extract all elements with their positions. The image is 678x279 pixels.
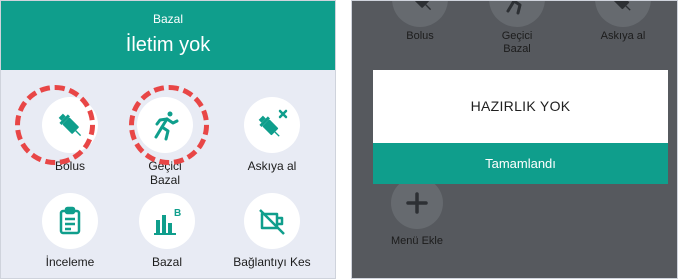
temp-basal-highlight-circle (129, 85, 209, 165)
bolus-button-dimmed: Bolus (375, 1, 465, 43)
temp-basal-button-dimmed: Geçici Bazal (472, 1, 562, 56)
header-subtitle: Bazal (152, 12, 184, 26)
not-ready-dialog: HAZIRLIK YOK Tamamlandı (373, 70, 668, 184)
suspend-label: Askıya al (600, 30, 646, 42)
review-button[interactable]: İnceleme (25, 193, 115, 269)
add-menu-label: Menü Ekle (391, 235, 443, 247)
syringe-pause-icon (595, 1, 651, 27)
dialog-message: HAZIRLIK YOK (470, 98, 571, 114)
clipboard-icon (42, 193, 98, 249)
disconnect-button[interactable]: Bağlantıyı Kes (227, 193, 317, 269)
temp-basal-label-line2: Bazal (503, 43, 531, 55)
header-title: İletim yok (125, 34, 211, 56)
syringe-pause-icon (244, 97, 300, 153)
temp-basal-label-line2: Bazal (149, 173, 181, 187)
status-header: Bazal İletim yok (1, 1, 335, 70)
disconnect-label: Bağlantıyı Kes (233, 255, 311, 269)
add-menu-button-dimmed: Menü Ekle (372, 177, 462, 248)
review-label: İnceleme (45, 255, 95, 269)
temp-basal-label-line1: Geçici (501, 30, 533, 42)
svg-text:B: B (174, 208, 181, 219)
pump-home-screen: Bazal İletim yok Bolus Geçici Bazal Askı… (0, 0, 336, 279)
bolus-highlight-circle (15, 85, 95, 165)
suspend-label: Askıya al (247, 159, 297, 173)
done-button[interactable]: Tamamlandı (373, 143, 668, 184)
syringe-icon (392, 1, 448, 27)
running-person-icon (489, 1, 545, 27)
suspend-button-dimmed: Askıya al (578, 1, 668, 43)
bar-chart-b-icon: B (139, 193, 195, 249)
basal-button[interactable]: B Bazal (122, 193, 212, 269)
basal-label: Bazal (151, 255, 183, 269)
disconnect-icon (244, 193, 300, 249)
dimmed-home-screen: Bolus Geçici Bazal Askıya al Menü Ekle H… (351, 0, 678, 279)
bolus-label: Bolus (406, 30, 434, 42)
plus-icon (391, 177, 443, 229)
suspend-button[interactable]: Askıya al (227, 97, 317, 173)
